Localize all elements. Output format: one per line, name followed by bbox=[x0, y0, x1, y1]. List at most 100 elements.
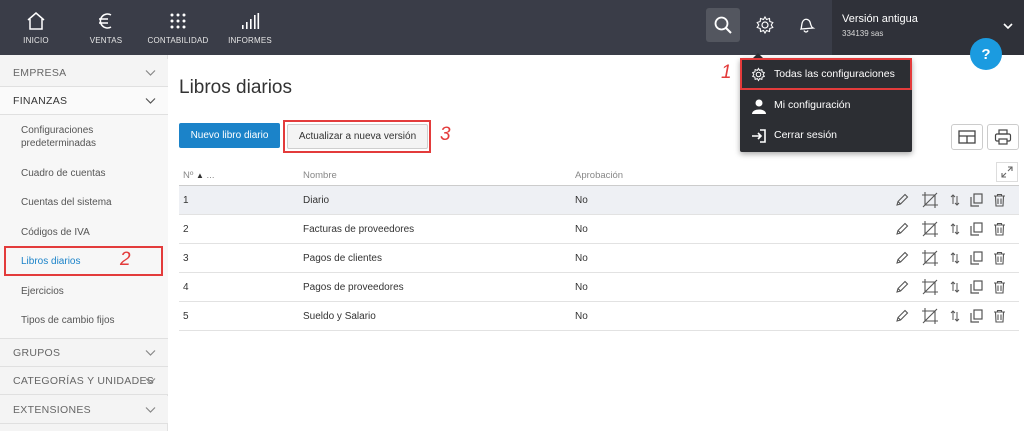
grid-icon bbox=[168, 0, 188, 36]
nav-ventas[interactable]: VENTAS bbox=[86, 0, 126, 55]
new-journal-button[interactable]: Nuevo libro diario bbox=[179, 123, 280, 148]
column-header-name[interactable]: Nombre bbox=[303, 170, 337, 181]
search-button[interactable] bbox=[706, 8, 740, 42]
edit-icon[interactable] bbox=[894, 221, 910, 237]
column-num-label: Nº bbox=[183, 170, 194, 181]
crop-icon[interactable] bbox=[920, 308, 940, 324]
settings-dropdown: Todas las configuraciones Mi configuraci… bbox=[740, 58, 912, 152]
row-name: Pagos de clientes bbox=[303, 253, 382, 264]
copy-icon[interactable] bbox=[968, 308, 984, 324]
printer-icon bbox=[994, 129, 1012, 145]
edit-icon[interactable] bbox=[894, 250, 910, 266]
sort-asc-icon: ▲ bbox=[195, 171, 204, 180]
crop-icon[interactable] bbox=[920, 279, 940, 295]
sidebar-section-label: GRUPOS bbox=[13, 346, 61, 359]
table-row[interactable]: 1 Diario No bbox=[179, 186, 1019, 215]
help-label: ? bbox=[981, 45, 991, 63]
sidebar-item-ejercicios[interactable]: Ejercicios bbox=[0, 285, 168, 298]
account-company: 334139 sas bbox=[842, 29, 884, 38]
chevron-down-icon bbox=[145, 96, 156, 108]
sort-arrows-icon[interactable] bbox=[947, 192, 963, 208]
crop-icon[interactable] bbox=[920, 221, 940, 237]
copy-icon[interactable] bbox=[968, 279, 984, 295]
account-name: Versión antigua bbox=[842, 13, 918, 25]
columns-button[interactable] bbox=[951, 124, 983, 150]
row-actions bbox=[894, 221, 1019, 239]
copy-icon[interactable] bbox=[968, 221, 984, 237]
row-actions bbox=[894, 308, 1019, 326]
sidebar: EMPRESA FINANZAS Configuraciones predete… bbox=[0, 55, 168, 431]
menu-item-all-settings[interactable]: Todas las configuraciones bbox=[740, 59, 912, 89]
sidebar-item-tipos-cambio[interactable]: Tipos de cambio fijos bbox=[0, 314, 168, 327]
table-row[interactable]: 4 Pagos de proveedores No bbox=[179, 273, 1019, 302]
menu-item-label: Cerrar sesión bbox=[774, 129, 838, 141]
gear-icon bbox=[750, 66, 767, 83]
column-header-approval[interactable]: Aprobación bbox=[575, 170, 623, 181]
annotation-number-3: 3 bbox=[440, 124, 451, 145]
trash-icon[interactable] bbox=[991, 279, 1007, 295]
chevron-down-icon bbox=[145, 376, 156, 388]
menu-item-logout[interactable]: Cerrar sesión bbox=[740, 120, 912, 150]
home-icon bbox=[25, 0, 47, 36]
table-row[interactable]: 5 Sueldo y Salario No bbox=[179, 302, 1019, 331]
row-approval: No bbox=[575, 253, 588, 264]
nav-contabilidad[interactable]: CONTABILIDAD bbox=[148, 0, 208, 55]
crop-icon[interactable] bbox=[920, 192, 940, 208]
trash-icon[interactable] bbox=[991, 308, 1007, 324]
sidebar-section-empresa[interactable]: EMPRESA bbox=[0, 59, 168, 87]
nav-informes[interactable]: INFORMES bbox=[228, 0, 272, 55]
notifications-button[interactable] bbox=[789, 8, 823, 42]
table-row[interactable]: 2 Facturas de proveedores No bbox=[179, 215, 1019, 244]
column-num-extra: ... bbox=[206, 170, 215, 181]
chevron-down-icon bbox=[145, 68, 156, 80]
copy-icon[interactable] bbox=[968, 250, 984, 266]
row-num: 4 bbox=[183, 282, 189, 293]
euro-icon bbox=[95, 0, 117, 36]
menu-item-my-settings[interactable]: Mi configuración bbox=[740, 90, 912, 120]
sort-arrows-icon[interactable] bbox=[947, 250, 963, 266]
settings-button[interactable] bbox=[748, 8, 782, 42]
search-icon bbox=[714, 16, 732, 34]
sort-arrows-icon[interactable] bbox=[947, 308, 963, 324]
user-icon bbox=[750, 97, 767, 114]
sidebar-section-label: CATEGORÍAS Y UNIDADES bbox=[13, 374, 155, 387]
upgrade-version-button[interactable]: Actualizar a nueva versión bbox=[287, 124, 428, 149]
sidebar-item-cuentas-sistema[interactable]: Cuentas del sistema bbox=[0, 196, 168, 209]
column-header-num[interactable]: Nº ▲ ... bbox=[183, 170, 214, 181]
sort-arrows-icon[interactable] bbox=[947, 221, 963, 237]
edit-icon[interactable] bbox=[894, 308, 910, 324]
trash-icon[interactable] bbox=[991, 221, 1007, 237]
help-button[interactable]: ? bbox=[970, 38, 1002, 70]
sidebar-section-extensiones[interactable]: EXTENSIONES bbox=[0, 396, 168, 424]
sidebar-finanzas-items: Configuraciones predeterminadas Cuadro d… bbox=[0, 115, 168, 339]
sidebar-item-configuraciones[interactable]: Configuraciones predeterminadas bbox=[0, 124, 168, 150]
sidebar-item-codigos-iva[interactable]: Códigos de IVA bbox=[0, 226, 168, 239]
row-num: 1 bbox=[183, 195, 189, 206]
row-approval: No bbox=[575, 282, 588, 293]
chevron-down-icon bbox=[145, 405, 156, 417]
sidebar-section-grupos[interactable]: GRUPOS bbox=[0, 339, 168, 367]
copy-icon[interactable] bbox=[968, 192, 984, 208]
row-num: 3 bbox=[183, 253, 189, 264]
trash-icon[interactable] bbox=[991, 192, 1007, 208]
sort-arrows-icon[interactable] bbox=[947, 279, 963, 295]
nav-inicio[interactable]: INICIO bbox=[16, 0, 56, 55]
bell-icon bbox=[799, 18, 816, 33]
print-button[interactable] bbox=[987, 124, 1019, 150]
table-row[interactable]: 3 Pagos de clientes No bbox=[179, 244, 1019, 273]
edit-icon[interactable] bbox=[894, 192, 910, 208]
row-name: Pagos de proveedores bbox=[303, 282, 404, 293]
sidebar-section-label: EXTENSIONES bbox=[13, 403, 91, 416]
sidebar-item-libros-diarios[interactable]: Libros diarios bbox=[0, 255, 168, 268]
bar-chart-icon bbox=[240, 0, 260, 36]
trash-icon[interactable] bbox=[991, 250, 1007, 266]
edit-icon[interactable] bbox=[894, 279, 910, 295]
row-name: Diario bbox=[303, 195, 330, 206]
row-num: 5 bbox=[183, 311, 189, 322]
sidebar-section-categorias[interactable]: CATEGORÍAS Y UNIDADES bbox=[0, 367, 168, 395]
crop-icon[interactable] bbox=[920, 250, 940, 266]
sidebar-section-finanzas[interactable]: FINANZAS bbox=[0, 87, 168, 115]
chevron-down-icon bbox=[1002, 18, 1014, 36]
chevron-down-icon bbox=[145, 348, 156, 360]
sidebar-item-cuadro-cuentas[interactable]: Cuadro de cuentas bbox=[0, 167, 168, 180]
